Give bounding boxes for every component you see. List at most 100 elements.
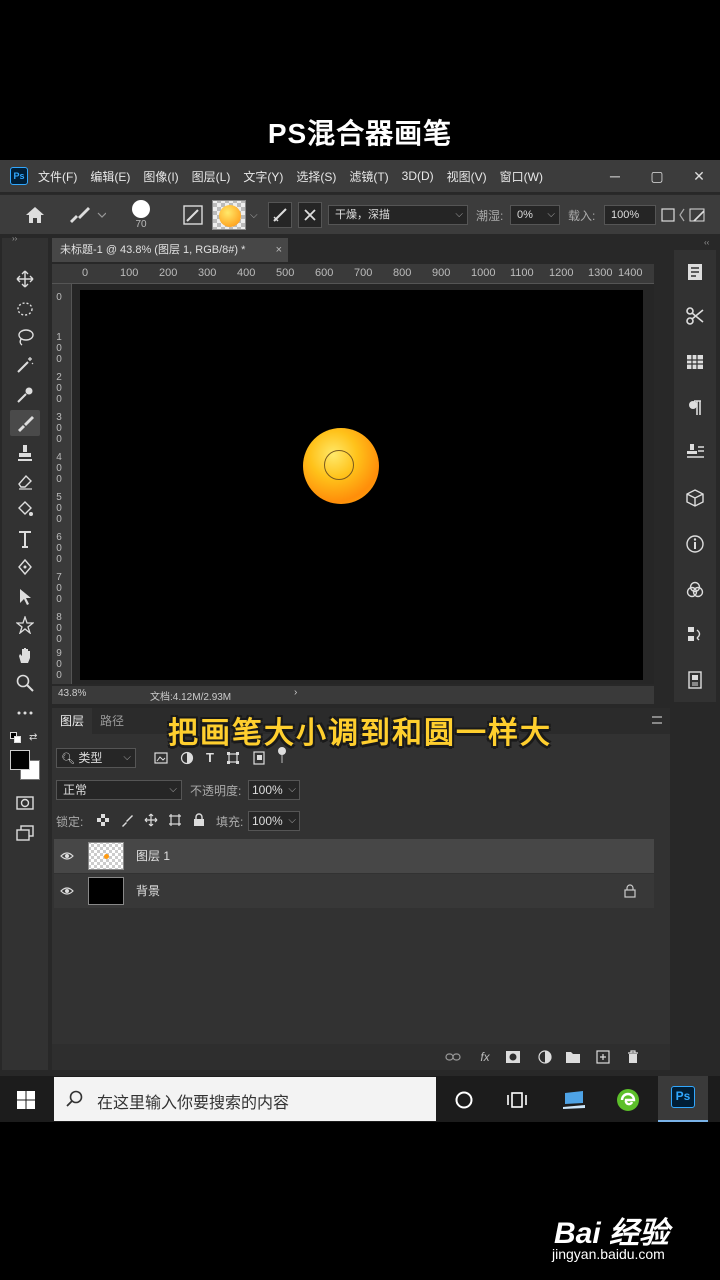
lock-position-icon[interactable]: [144, 813, 158, 827]
current-load-swatch[interactable]: ⌵: [212, 195, 258, 235]
browser-icon[interactable]: [614, 1086, 642, 1114]
menu-image[interactable]: 图像(I): [143, 168, 178, 185]
clean-brush-button[interactable]: [298, 195, 322, 235]
adjustment-filter-icon[interactable]: [180, 751, 194, 765]
clone-source-icon[interactable]: [683, 440, 707, 464]
layer-filter-select[interactable]: 🔍︎ 类型 ⌵: [56, 748, 136, 768]
new-group-folder-icon[interactable]: [564, 1048, 582, 1066]
cortana-icon[interactable]: [450, 1086, 478, 1114]
more-options-icon[interactable]: [660, 195, 710, 235]
mixer-brush-preset-icon[interactable]: [66, 195, 106, 235]
layer-row-layer-1[interactable]: 图层 1: [54, 839, 654, 873]
windows-start-icon[interactable]: [16, 1090, 36, 1110]
add-mask-icon[interactable]: [504, 1048, 522, 1066]
expand-icon[interactable]: ‹‹: [704, 238, 709, 247]
lasso-tool-icon[interactable]: [10, 324, 40, 350]
minimize-button[interactable]: ─: [594, 168, 636, 184]
quick-mask-icon[interactable]: [10, 790, 40, 816]
hand-tool-icon[interactable]: [10, 642, 40, 668]
eyedropper-tool-icon[interactable]: [10, 382, 40, 408]
opacity-input[interactable]: 100% ⌵: [248, 780, 300, 800]
load-input[interactable]: 100%: [604, 205, 656, 225]
lock-all-icon[interactable]: [192, 813, 206, 827]
new-adjustment-layer-icon[interactable]: [536, 1048, 554, 1066]
menu-layer[interactable]: 图层(L): [192, 168, 231, 185]
brush-size-picker[interactable]: 70: [132, 195, 150, 235]
brush-panel-icon[interactable]: [182, 195, 204, 235]
task-view-icon[interactable]: [503, 1086, 531, 1114]
load-brush-button[interactable]: [268, 195, 292, 235]
home-icon[interactable]: [24, 195, 46, 235]
close-button[interactable]: ✕: [678, 168, 720, 185]
paint-bucket-tool-icon[interactable]: [10, 496, 40, 522]
menu-edit[interactable]: 编辑(E): [90, 168, 130, 185]
taskbar-search-box[interactable]: 在这里输入你要搜索的内容: [54, 1077, 436, 1121]
actions-icon[interactable]: [683, 668, 707, 692]
3d-cube-icon[interactable]: [683, 486, 707, 510]
new-layer-icon[interactable]: [594, 1048, 612, 1066]
filter-toggle[interactable]: [277, 746, 286, 765]
brush-settings-icon[interactable]: [683, 304, 707, 328]
document-tab[interactable]: 未标题-1 @ 43.8% (图层 1, RGB/8#) * ×: [52, 238, 288, 262]
chevron-right-icon[interactable]: ›: [294, 687, 297, 698]
menu-select[interactable]: 选择(S): [296, 168, 336, 185]
this-pc-icon[interactable]: [560, 1086, 588, 1114]
path-selection-tool-icon[interactable]: [10, 584, 40, 610]
close-tab-icon[interactable]: ×: [276, 238, 282, 262]
properties-icon[interactable]: [683, 260, 707, 284]
foreground-color-swatch[interactable]: [10, 750, 30, 770]
shape-filter-icon[interactable]: [226, 751, 240, 765]
expand-icon[interactable]: ››: [12, 234, 17, 243]
lock-image-pixels-icon[interactable]: [120, 813, 134, 827]
zoom-tool-icon[interactable]: [10, 670, 40, 696]
screen-mode-icon[interactable]: [10, 820, 40, 846]
history-icon[interactable]: [683, 622, 707, 646]
mixer-brush-tool-icon[interactable]: [10, 410, 40, 436]
menu-filter[interactable]: 滤镜(T): [349, 168, 388, 185]
maximize-button[interactable]: ▢: [636, 168, 678, 185]
chevron-down-icon[interactable]: ⌵: [250, 210, 258, 221]
layer-row-background[interactable]: 背景: [54, 874, 654, 908]
menu-file[interactable]: 文件(F): [38, 168, 77, 185]
custom-shape-tool-icon[interactable]: [10, 612, 40, 638]
menu-3d[interactable]: 3D(D): [402, 169, 434, 183]
lock-transparent-pixels-icon[interactable]: [96, 813, 110, 827]
clone-stamp-tool-icon[interactable]: [10, 440, 40, 466]
magic-wand-tool-icon[interactable]: [10, 352, 40, 378]
ruler-mark: 1 0 0: [56, 332, 62, 365]
menu-window[interactable]: 窗口(W): [500, 168, 543, 185]
lock-artboard-icon[interactable]: [168, 813, 182, 827]
swatches-grid-icon[interactable]: [683, 350, 707, 374]
ruler-mark: 100: [120, 267, 139, 279]
mix-preset-select[interactable]: 干燥，深描 ⌵: [328, 205, 468, 225]
ps-logo-icon[interactable]: Ps: [10, 167, 28, 185]
type-filter-icon[interactable]: T: [206, 750, 214, 765]
info-icon[interactable]: [683, 532, 707, 556]
eraser-tool-icon[interactable]: [10, 468, 40, 494]
paragraph-icon[interactable]: [683, 396, 707, 420]
delete-layer-trash-icon[interactable]: [624, 1048, 642, 1066]
pen-tool-icon[interactable]: [10, 554, 40, 580]
channels-icon[interactable]: [683, 578, 707, 602]
visibility-eye-icon[interactable]: [60, 849, 74, 863]
link-layers-icon[interactable]: [444, 1048, 462, 1066]
pixel-filter-icon[interactable]: [154, 751, 168, 765]
vertical-ruler[interactable]: 0 1 0 0 2 0 0 3 0 0 4 0 0 5 0 0 6 0 0 7 …: [52, 284, 72, 684]
horizontal-ruler[interactable]: 0 100 200 300 400 500 600 700 800 900 10…: [52, 264, 654, 284]
visibility-eye-icon[interactable]: [60, 884, 74, 898]
marquee-tool-icon[interactable]: [10, 296, 40, 322]
smart-object-filter-icon[interactable]: [252, 750, 266, 765]
layer-name[interactable]: 图层 1: [136, 839, 170, 873]
taskbar-photoshop-button[interactable]: Ps: [658, 1076, 708, 1122]
menu-type[interactable]: 文字(Y): [243, 168, 283, 185]
menu-view[interactable]: 视图(V): [447, 168, 487, 185]
wet-input[interactable]: 0% ⌵: [510, 205, 560, 225]
layer-name[interactable]: 背景: [136, 874, 160, 908]
zoom-level[interactable]: 43.8%: [58, 688, 86, 699]
move-tool-icon[interactable]: [10, 266, 40, 292]
color-swatches[interactable]: [10, 750, 40, 780]
layer-style-fx-icon[interactable]: fx: [476, 1048, 494, 1066]
blend-mode-select[interactable]: 正常 ⌵: [56, 780, 182, 800]
fill-input[interactable]: 100% ⌵: [248, 811, 300, 831]
type-tool-icon[interactable]: [10, 526, 40, 552]
